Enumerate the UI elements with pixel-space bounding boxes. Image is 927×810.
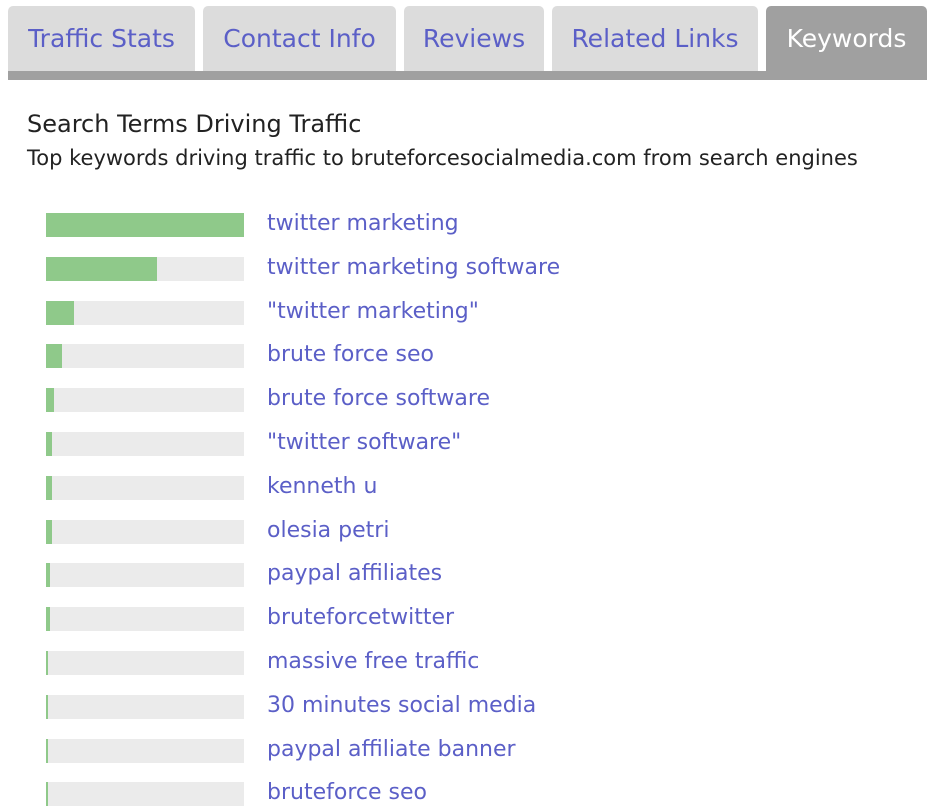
keyword-bar-track: [46, 607, 244, 631]
keyword-link[interactable]: bruteforcetwitter: [267, 603, 454, 633]
keyword-link[interactable]: paypal affiliate banner: [267, 735, 516, 765]
keyword-link[interactable]: kenneth u: [267, 472, 377, 502]
section-subtitle: Top keywords driving traffic to brutefor…: [27, 146, 858, 170]
keyword-link[interactable]: massive free traffic: [267, 647, 479, 677]
keyword-row: brute force seo: [46, 342, 916, 372]
keyword-bar-fill: [46, 651, 48, 675]
keyword-bar-track: [46, 213, 244, 237]
tab-keywords[interactable]: Keywords: [766, 6, 927, 71]
keyword-bar-track: [46, 301, 244, 325]
keyword-bar-track: [46, 739, 244, 763]
keyword-bar-track: [46, 388, 244, 412]
keyword-bar-track: [46, 651, 244, 675]
keyword-link[interactable]: brute force seo: [267, 340, 434, 370]
tab-traffic-stats[interactable]: Traffic Stats: [8, 6, 195, 71]
keyword-link[interactable]: olesia petri: [267, 516, 389, 546]
keyword-bar-fill: [46, 301, 74, 325]
keyword-row: twitter marketing software: [46, 255, 916, 285]
keyword-row: "twitter marketing": [46, 299, 916, 329]
keyword-bar-fill: [46, 563, 50, 587]
keyword-row: "twitter software": [46, 430, 916, 460]
keyword-link[interactable]: "twitter software": [267, 428, 461, 458]
keyword-link[interactable]: paypal affiliates: [267, 559, 442, 589]
keyword-row: 30 minutes social media: [46, 693, 916, 723]
keyword-row: bruteforcetwitter: [46, 605, 916, 635]
keyword-link[interactable]: bruteforce seo: [267, 778, 427, 808]
keyword-row: kenneth u: [46, 474, 916, 504]
keyword-link[interactable]: "twitter marketing": [267, 297, 479, 327]
keyword-bar-fill: [46, 739, 48, 763]
keyword-row: massive free traffic: [46, 649, 916, 679]
tab-bar: Traffic Stats Contact Info Reviews Relat…: [8, 6, 927, 80]
keyword-row: bruteforce seo: [46, 780, 916, 810]
keyword-bar-fill: [46, 213, 244, 237]
keyword-row: olesia petri: [46, 518, 916, 548]
keyword-link[interactable]: brute force software: [267, 384, 490, 414]
keyword-bar-fill: [46, 388, 54, 412]
keyword-link[interactable]: twitter marketing software: [267, 253, 560, 283]
keyword-row: twitter marketing: [46, 211, 916, 241]
keyword-bar-track: [46, 563, 244, 587]
keyword-bar-track: [46, 344, 244, 368]
keyword-link[interactable]: twitter marketing: [267, 209, 459, 239]
keyword-bar-fill: [46, 432, 52, 456]
keyword-row: paypal affiliates: [46, 561, 916, 591]
keyword-row: brute force software: [46, 386, 916, 416]
keyword-bar-track: [46, 476, 244, 500]
keyword-bar-fill: [46, 695, 48, 719]
keyword-link[interactable]: 30 minutes social media: [267, 691, 536, 721]
keyword-bar-fill: [46, 476, 52, 500]
keyword-bar-fill: [46, 520, 52, 544]
keyword-bar-track: [46, 695, 244, 719]
keyword-bar-track: [46, 432, 244, 456]
tab-reviews[interactable]: Reviews: [404, 6, 544, 71]
keyword-bar-fill: [46, 344, 62, 368]
keyword-bar-fill: [46, 607, 50, 631]
keyword-bar-fill: [46, 782, 48, 806]
keyword-bar-track: [46, 782, 244, 806]
keyword-bar-track: [46, 257, 244, 281]
keyword-bar-fill: [46, 257, 157, 281]
tab-underline: [8, 71, 927, 80]
keyword-row: paypal affiliate banner: [46, 737, 916, 767]
keyword-bar-track: [46, 520, 244, 544]
tab-related-links[interactable]: Related Links: [552, 6, 758, 71]
section-title: Search Terms Driving Traffic: [27, 110, 362, 138]
tab-contact-info[interactable]: Contact Info: [203, 6, 396, 71]
